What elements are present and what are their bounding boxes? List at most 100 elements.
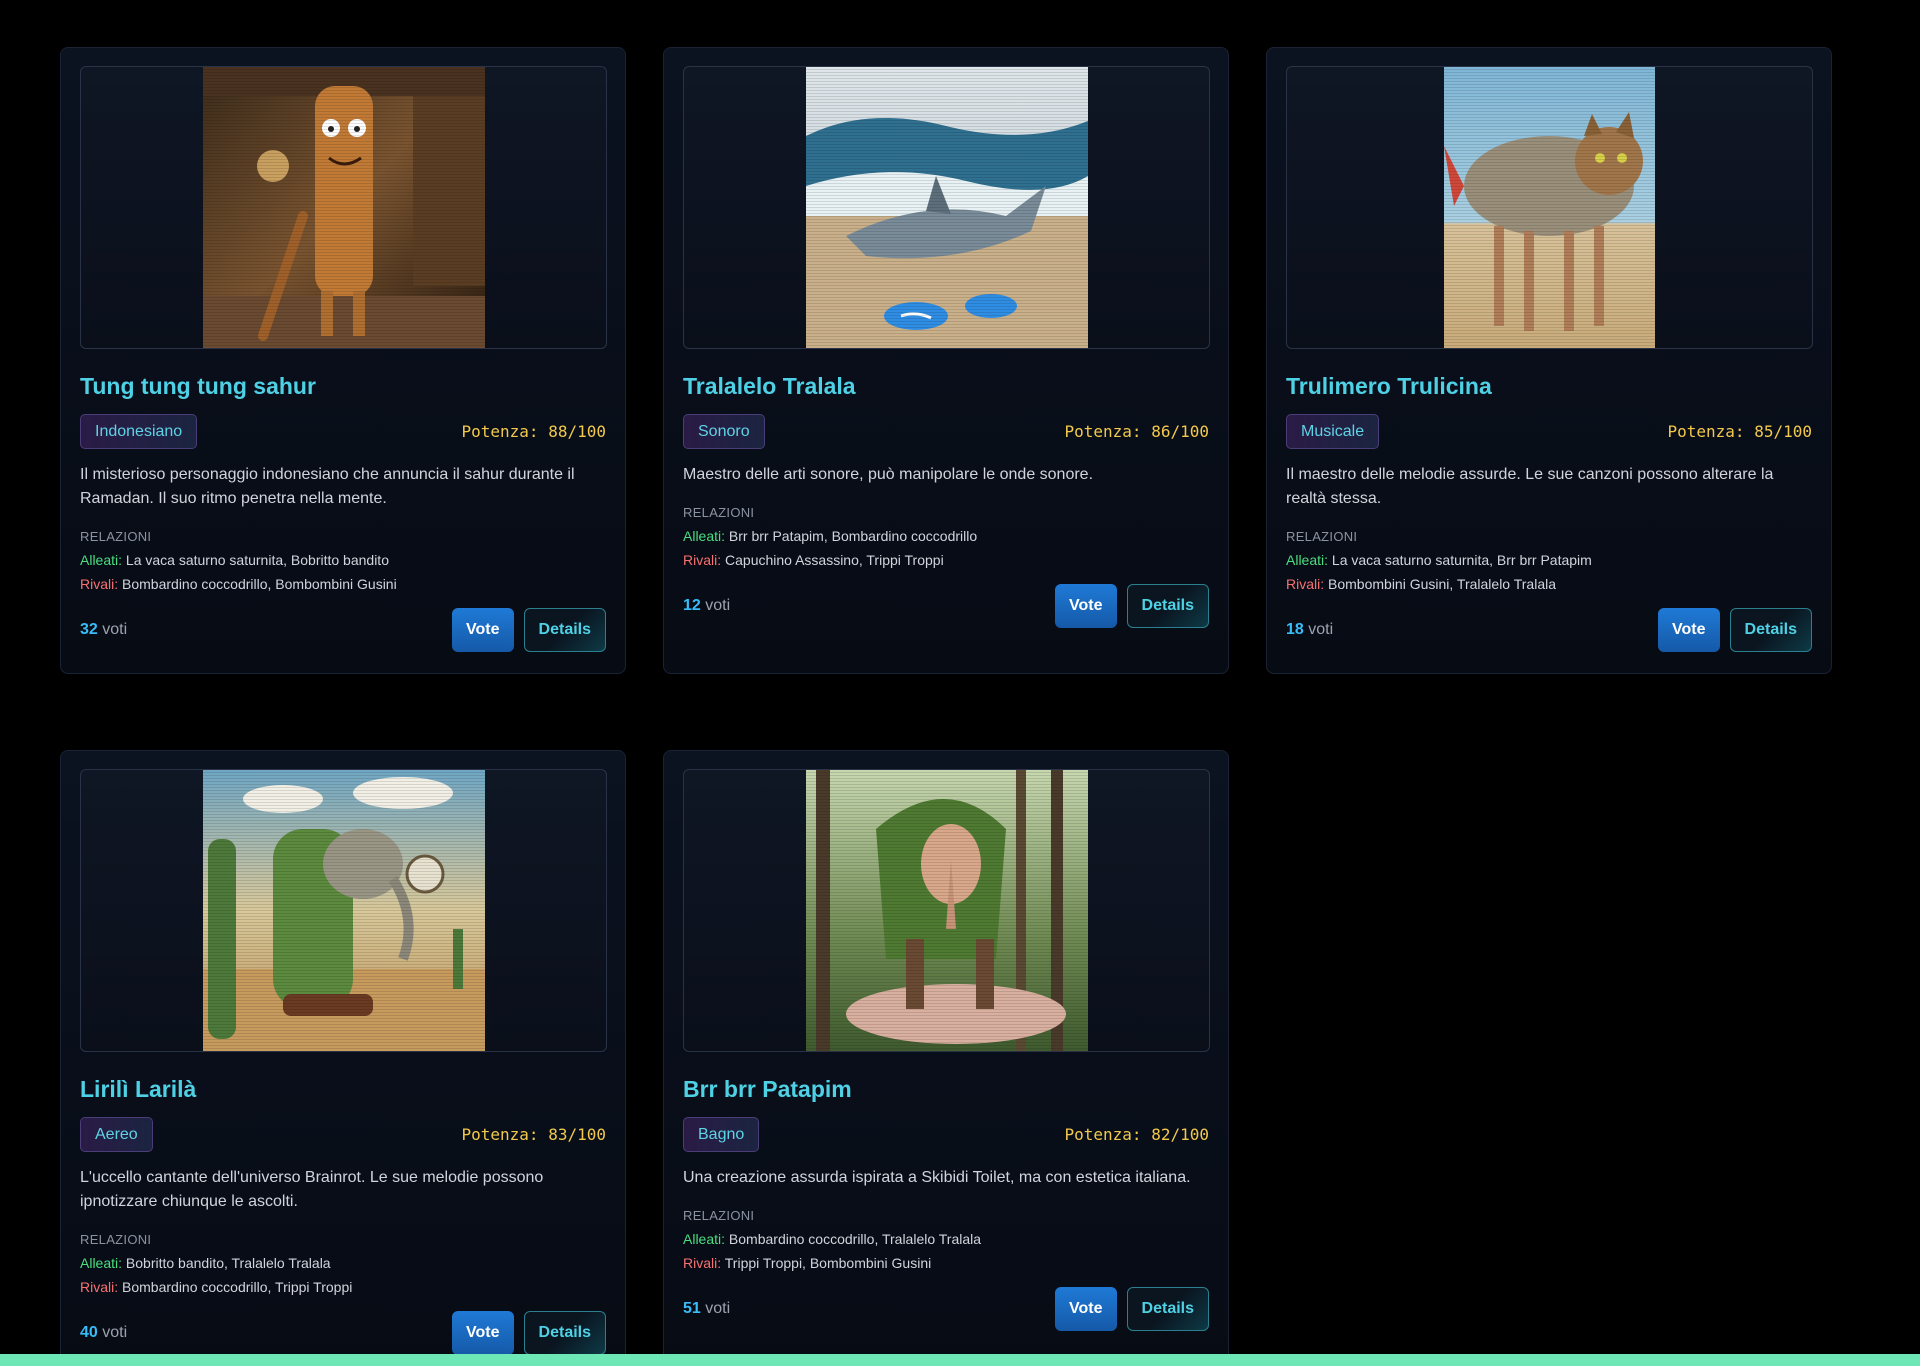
allies-line: Alleati: Bobritto bandito, Tralalelo Tra… — [80, 1255, 606, 1271]
card-actions: Vote Details — [1055, 1287, 1209, 1331]
card-actions: Vote Details — [452, 608, 606, 652]
details-button[interactable]: Details — [1126, 1287, 1209, 1331]
character-name: Tralalelo Tralala — [683, 373, 856, 399]
details-button[interactable]: Details — [1126, 584, 1209, 628]
vote-button[interactable]: Vote — [452, 1311, 514, 1355]
rivals-list: Bombardino coccodrillo, Trippi Troppi — [122, 1279, 353, 1295]
allies-list: Bobritto bandito, Tralalelo Tralala — [125, 1255, 331, 1271]
vote-count: 18 voti — [1286, 621, 1333, 639]
relations-title: RELAZIONI — [80, 529, 152, 544]
relations-title: RELAZIONI — [683, 1208, 755, 1223]
vote-count-label: voti — [102, 621, 128, 638]
image-frame — [683, 66, 1210, 349]
power-score: Potenza: 82/100 — [1064, 1124, 1210, 1144]
rivals-label: Rivali: — [1286, 576, 1325, 592]
vote-count-label: voti — [705, 1300, 731, 1317]
category-tag: Musicale — [1286, 413, 1380, 449]
vote-count: 32 voti — [80, 621, 127, 639]
character-description: Il misterioso personaggio indonesiano ch… — [80, 466, 575, 507]
vote-count: 40 voti — [80, 1324, 127, 1342]
category-tag: Aereo — [80, 1116, 153, 1152]
rivals-list: Bombombini Gusini, Tralalelo Tralala — [1328, 576, 1557, 592]
rivals-list: Trippi Troppi, Bombombini Gusini — [724, 1255, 932, 1271]
card-actions: Vote Details — [1658, 608, 1812, 652]
character-image — [202, 67, 485, 348]
image-frame — [80, 769, 607, 1052]
allies-label: Alleati: — [80, 552, 123, 568]
vote-count-label: voti — [102, 1324, 128, 1341]
image-frame — [80, 66, 607, 349]
bottom-accent-bar — [0, 1354, 1920, 1366]
vote-button[interactable]: Vote — [1658, 608, 1720, 652]
image-frame — [683, 769, 1210, 1052]
vote-count-label: voti — [1308, 621, 1334, 638]
meta-row: Musicale Potenza: 85/100 — [1286, 413, 1812, 449]
allies-label: Alleati: — [80, 1255, 123, 1271]
character-description: Il maestro delle melodie assurde. Le sue… — [1286, 466, 1774, 507]
vote-button[interactable]: Vote — [1055, 1287, 1117, 1331]
character-card: Tralalelo Tralala Sonoro Potenza: 86/100… — [663, 47, 1229, 674]
relations-title: RELAZIONI — [80, 1232, 152, 1247]
rivals-list: Bombardino coccodrillo, Bombombini Gusin… — [122, 576, 397, 592]
details-button[interactable]: Details — [523, 608, 606, 652]
character-image — [202, 770, 485, 1051]
allies-line: Alleati: Bombardino coccodrillo, Tralale… — [683, 1231, 1209, 1247]
character-card: Tung tung tung sahur Indonesiano Potenza… — [60, 47, 626, 674]
power-score: Potenza: 85/100 — [1667, 421, 1813, 441]
vote-count-number: 32 — [80, 621, 98, 638]
character-name: Trulimero Trulicina — [1286, 373, 1492, 399]
power-score: Potenza: 88/100 — [461, 421, 607, 441]
allies-label: Alleati: — [683, 1231, 726, 1247]
character-name: Lirilì Larilà — [80, 1076, 197, 1102]
rivals-line: Rivali: Capuchino Assassino, Trippi Trop… — [683, 552, 1209, 568]
relations-title: RELAZIONI — [683, 505, 755, 520]
vote-count-number: 40 — [80, 1324, 98, 1341]
details-button[interactable]: Details — [1729, 608, 1812, 652]
character-description: Maestro delle arti sonore, può manipolar… — [683, 466, 1094, 483]
vote-count: 51 voti — [683, 1300, 730, 1318]
card-footer: 40 voti Vote Details — [80, 1311, 606, 1355]
card-actions: Vote Details — [1055, 584, 1209, 628]
meta-row: Bagno Potenza: 82/100 — [683, 1116, 1209, 1152]
character-image — [805, 770, 1088, 1051]
allies-list: Brr brr Patapim, Bombardino coccodrillo — [728, 528, 978, 544]
card-footer: 51 voti Vote Details — [683, 1287, 1209, 1331]
allies-list: Bombardino coccodrillo, Tralalelo Tralal… — [728, 1231, 982, 1247]
vote-count: 12 voti — [683, 597, 730, 615]
character-grid: Tung tung tung sahur Indonesiano Potenza… — [60, 47, 1832, 1366]
character-description: L'uccello cantante dell'universo Brainro… — [80, 1169, 544, 1210]
meta-row: Indonesiano Potenza: 88/100 — [80, 413, 606, 449]
allies-line: Alleati: Brr brr Patapim, Bombardino coc… — [683, 528, 1209, 544]
relations-title: RELAZIONI — [1286, 529, 1358, 544]
rivals-line: Rivali: Bombardino coccodrillo, Trippi T… — [80, 1279, 606, 1295]
rivals-list: Capuchino Assassino, Trippi Troppi — [725, 552, 944, 568]
vote-count-label: voti — [705, 597, 731, 614]
category-tag: Indonesiano — [80, 413, 198, 449]
character-image — [805, 67, 1088, 348]
character-description: Una creazione assurda ispirata a Skibidi… — [683, 1169, 1191, 1186]
allies-list: La vaca saturno saturnita, Brr brr Patap… — [1331, 552, 1592, 568]
vote-count-number: 12 — [683, 597, 701, 614]
vote-button[interactable]: Vote — [1055, 584, 1117, 628]
vote-count-number: 51 — [683, 1300, 701, 1317]
rivals-line: Rivali: Bombombini Gusini, Tralalelo Tra… — [1286, 576, 1812, 592]
meta-row: Aereo Potenza: 83/100 — [80, 1116, 606, 1152]
character-card: Trulimero Trulicina Musicale Potenza: 85… — [1266, 47, 1832, 674]
vote-button[interactable]: Vote — [452, 608, 514, 652]
card-footer: 18 voti Vote Details — [1286, 608, 1812, 652]
allies-label: Alleati: — [1286, 552, 1329, 568]
rivals-line: Rivali: Bombardino coccodrillo, Bombombi… — [80, 576, 606, 592]
details-button[interactable]: Details — [523, 1311, 606, 1355]
character-name: Brr brr Patapim — [683, 1076, 852, 1102]
category-tag: Sonoro — [683, 413, 765, 449]
character-name: Tung tung tung sahur — [80, 373, 316, 399]
rivals-label: Rivali: — [683, 552, 722, 568]
allies-line: Alleati: La vaca saturno saturnita, Brr … — [1286, 552, 1812, 568]
character-card: Lirilì Larilà Aereo Potenza: 83/100 L'uc… — [60, 750, 626, 1366]
card-actions: Vote Details — [452, 1311, 606, 1355]
character-image — [1444, 67, 1655, 348]
allies-line: Alleati: La vaca saturno saturnita, Bobr… — [80, 552, 606, 568]
character-card: Brr brr Patapim Bagno Potenza: 82/100 Un… — [663, 750, 1229, 1366]
rivals-line: Rivali: Trippi Troppi, Bombombini Gusini — [683, 1255, 1209, 1271]
card-footer: 32 voti Vote Details — [80, 608, 606, 652]
